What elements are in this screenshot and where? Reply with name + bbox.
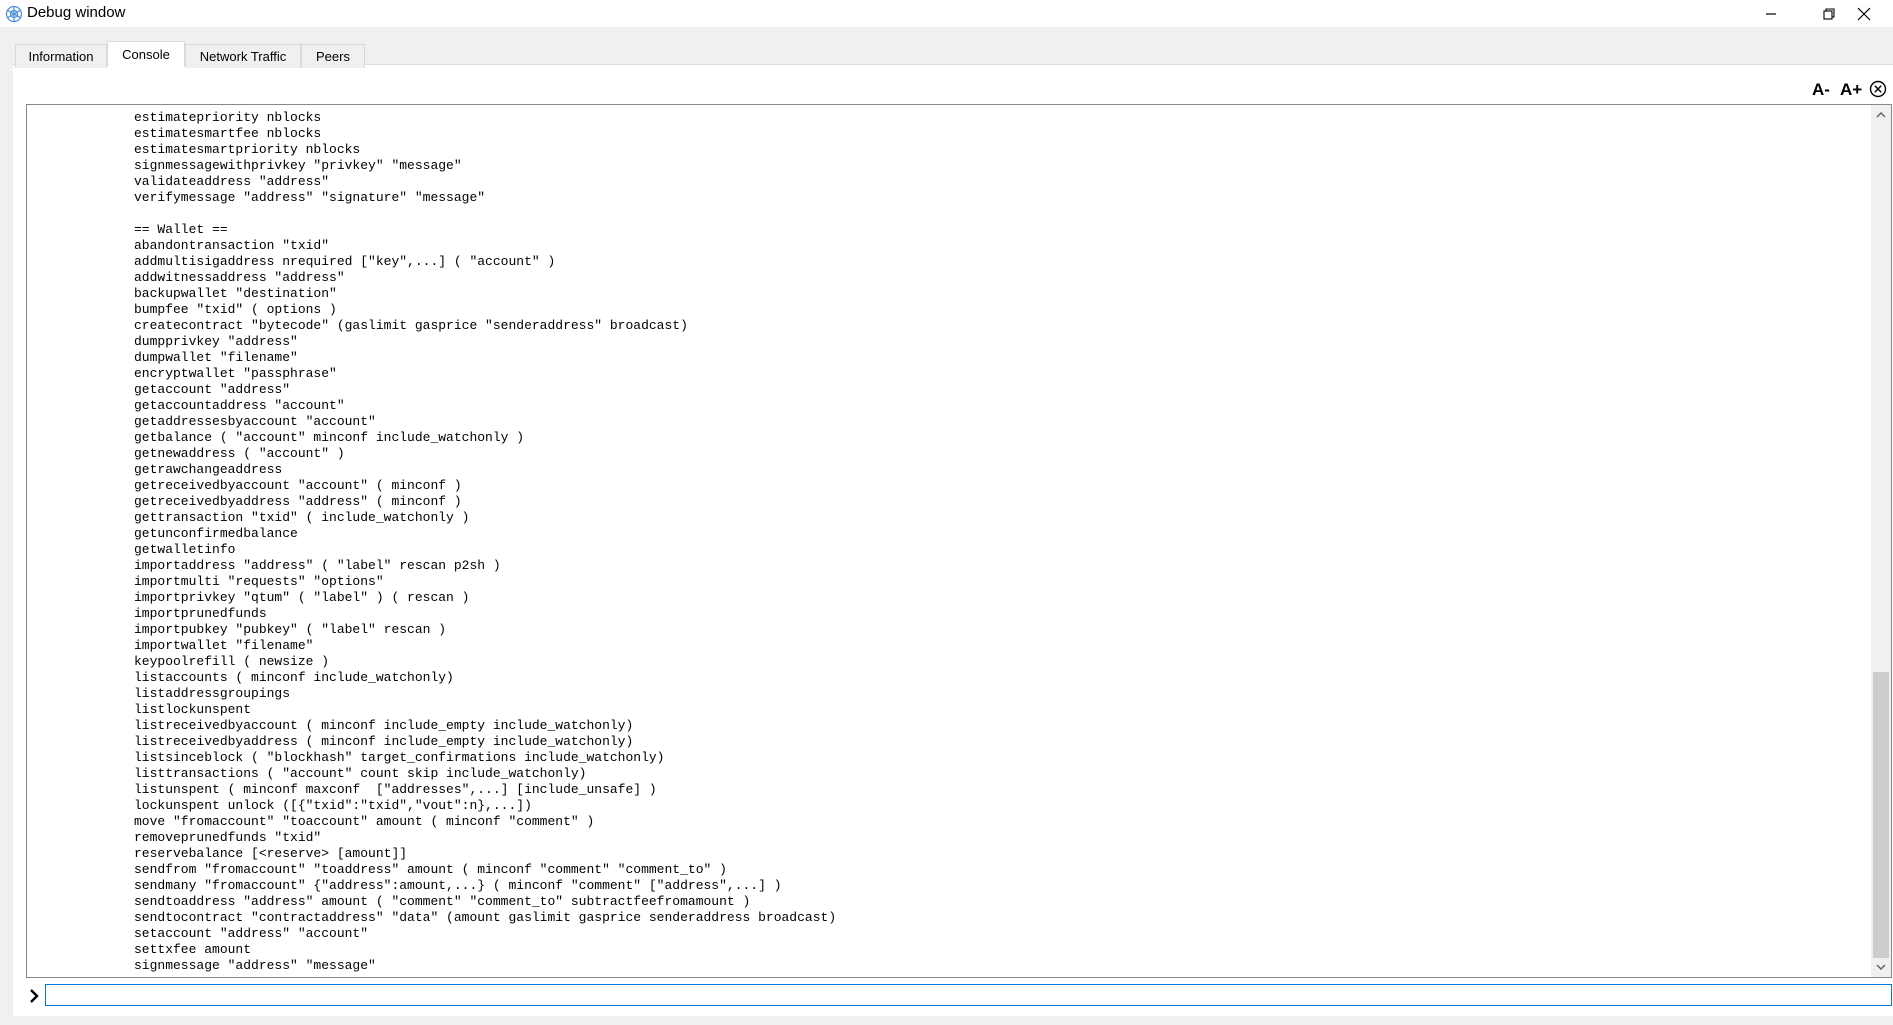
tab-network-traffic-label: Network Traffic [199,49,287,64]
console-line: sendtoaddress "address" amount ( "commen… [134,894,751,909]
tab-information-label: Information [28,49,94,64]
console-line: getunconfirmedbalance [134,526,298,541]
minimize-button[interactable] [1742,0,1800,27]
console-line: lockunspent unlock ([{"txid":"txid","vou… [134,798,532,813]
console-line: sendfrom "fromaccount" "toaddress" amoun… [134,862,727,877]
close-button[interactable] [1835,0,1893,27]
console-line: importpubkey "pubkey" ( "label" rescan ) [134,622,447,637]
console-line: getrawchangeaddress [134,462,283,477]
console-line: keypoolrefill ( newsize ) [134,654,330,669]
console-line: abandontransaction "txid" [134,238,330,253]
console-line: listreceivedbyaccount ( minconf include_… [134,718,634,733]
minimize-icon [1766,12,1776,15]
console-line: getbalance ( "account" minconf include_w… [134,430,525,445]
console-line: listaddressgroupings [134,686,291,701]
console-line: listreceivedbyaddress ( minconf include_… [134,734,634,749]
console-line: bumpfee "txid" ( options ) [134,302,337,317]
console-line: importprivkey "qtum" ( "label" ) ( resca… [134,590,470,605]
console-line: dumpprivkey "address" [134,334,298,349]
console-line: listaccounts ( minconf include_watchonly… [134,670,454,685]
scroll-thumb[interactable] [1873,672,1889,958]
console-line: removeprunedfunds "txid" [134,830,322,845]
console-line: getaccount "address" [134,382,291,397]
console-output[interactable]: estimatepriority nblocks estimatesmartfee… [26,104,1892,978]
console-line: setaccount "address" "account" [134,926,369,941]
chevron-right-icon [30,989,39,1003]
console-line: estimatepriority nblocks [134,110,322,125]
console-line: encryptwallet "passphrase" [134,366,337,381]
font-larger-button[interactable]: A+ [1840,80,1862,100]
console-lines: estimatepriority nblocks estimatesmartfee… [134,110,836,974]
console-line: importwallet "filename" [134,638,314,653]
console-line: estimatesmartpriority nblocks [134,142,361,157]
close-icon [1857,7,1871,20]
console-line: getwalletinfo [134,542,236,557]
title-bar: Debug window [0,0,1893,27]
console-line: createcontract "bytecode" (gaslimit gasp… [134,318,688,333]
tab-console-label: Console [122,46,170,62]
console-line: listunspent ( minconf maxconf ["addresse… [134,782,657,797]
chevron-down-icon [1876,964,1886,970]
console-line: getreceivedbyaddress "address" ( minconf… [134,494,462,509]
console-line: signmessagewithprivkey "privkey" "messag… [134,158,462,173]
font-smaller-button[interactable]: A- [1812,80,1830,100]
console-line: == Wallet == [134,222,228,237]
restore-icon [1823,7,1835,20]
tab-console[interactable]: Console [107,41,185,66]
scroll-up-button[interactable] [1871,105,1891,125]
console-line: move "fromaccount" "toaccount" amount ( … [134,814,595,829]
console-line: listsinceblock ( "blockhash" target_conf… [134,750,665,765]
console-line: getaddressesbyaccount "account" [134,414,376,429]
tab-peers-label: Peers [316,49,350,64]
app-logo-icon [5,5,23,23]
tab-information[interactable]: Information [15,44,107,68]
console-line: verifymessage "address" "signature" "mes… [134,190,486,205]
scroll-down-button[interactable] [1871,957,1891,977]
console-line: signmessage "address" "message" [134,958,376,973]
console-line: addwitnessaddress "address" [134,270,345,285]
console-line: estimatesmartfee nblocks [134,126,322,141]
console-line: sendmany "fromaccount" {"address":amount… [134,878,782,893]
console-line: importprunedfunds [134,606,267,621]
console-line: settxfee amount [134,942,252,957]
console-command-input[interactable] [45,984,1892,1006]
console-line: getreceivedbyaccount "account" ( minconf… [134,478,462,493]
console-line: reservebalance [<reserve> [amount]] [134,846,408,861]
console-line: listlockunspent [134,702,252,717]
clear-console-icon[interactable] [1869,80,1887,98]
console-line: getaccountaddress "account" [134,398,345,413]
tab-peers[interactable]: Peers [301,44,365,68]
console-line: importaddress "address" ( "label" rescan… [134,558,501,573]
console-scrollbar[interactable] [1871,105,1891,977]
console-line: importmulti "requests" "options" [134,574,384,589]
console-line: getnewaddress ( "account" ) [134,446,345,461]
console-line: listtransactions ( "account" count skip … [134,766,587,781]
window-title: Debug window [27,4,126,21]
console-line: validateaddress "address" [134,174,330,189]
tab-network-traffic[interactable]: Network Traffic [185,44,301,68]
console-line: gettransaction "txid" ( include_watchonl… [134,510,470,525]
console-line: addmultisigaddress nrequired ["key",...]… [134,254,556,269]
console-line: backupwallet "destination" [134,286,337,301]
console-line: sendtocontract "contractaddress" "data" … [134,910,837,925]
chevron-up-icon [1876,112,1886,118]
console-line: dumpwallet "filename" [134,350,298,365]
